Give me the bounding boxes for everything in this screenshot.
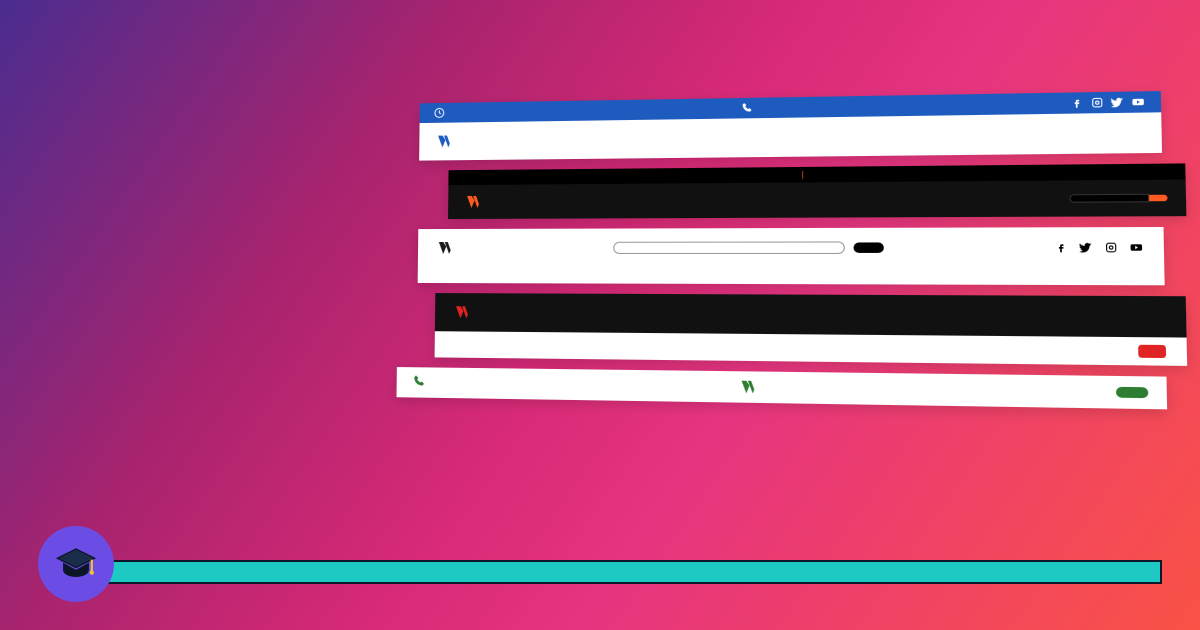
graduation-badge <box>38 526 114 602</box>
search <box>1069 194 1167 203</box>
contact-block <box>412 374 432 391</box>
subnav <box>418 267 1165 285</box>
nav <box>453 344 509 345</box>
youtube-icon[interactable] <box>1129 241 1143 254</box>
menu-preview-4 <box>435 293 1188 366</box>
phone-icon <box>741 102 754 114</box>
menu-preview-5 <box>396 367 1167 409</box>
logo[interactable] <box>464 193 486 211</box>
logo[interactable] <box>436 239 458 257</box>
facebook-icon[interactable] <box>1054 241 1068 254</box>
menu-preview-3 <box>418 227 1165 285</box>
cta-button[interactable] <box>1138 345 1166 358</box>
logo-mark-icon <box>436 239 454 257</box>
twitter-icon[interactable] <box>1111 96 1125 109</box>
instagram-icon[interactable] <box>1104 241 1118 254</box>
search-input[interactable] <box>613 241 845 254</box>
menu-preview-2: | <box>448 163 1186 219</box>
logo-mark-icon <box>453 303 471 321</box>
menu-preview-1 <box>419 91 1162 161</box>
youtube-icon[interactable] <box>1131 96 1145 109</box>
search <box>613 241 884 254</box>
logo-mark-icon <box>464 193 482 211</box>
graduation-cap-icon <box>53 541 99 587</box>
cta-button[interactable] <box>1116 387 1148 398</box>
tutorial-banner <box>58 560 1162 584</box>
twitter-icon[interactable] <box>1079 241 1093 254</box>
logo[interactable] <box>738 378 761 397</box>
search-button[interactable] <box>853 242 883 252</box>
logo-mark-icon <box>435 132 453 150</box>
menu-previews: | <box>416 90 1200 422</box>
instagram-icon[interactable] <box>1090 96 1104 109</box>
nav <box>1080 133 1144 134</box>
facebook-icon[interactable] <box>1070 97 1084 110</box>
socials <box>1054 241 1143 254</box>
clock-icon <box>433 107 445 119</box>
phone-icon <box>412 374 426 391</box>
logo[interactable] <box>453 303 475 321</box>
logo-mark-icon <box>738 378 757 397</box>
search-input[interactable] <box>1069 194 1149 203</box>
logo[interactable] <box>435 132 457 150</box>
search-button[interactable] <box>1149 195 1168 202</box>
